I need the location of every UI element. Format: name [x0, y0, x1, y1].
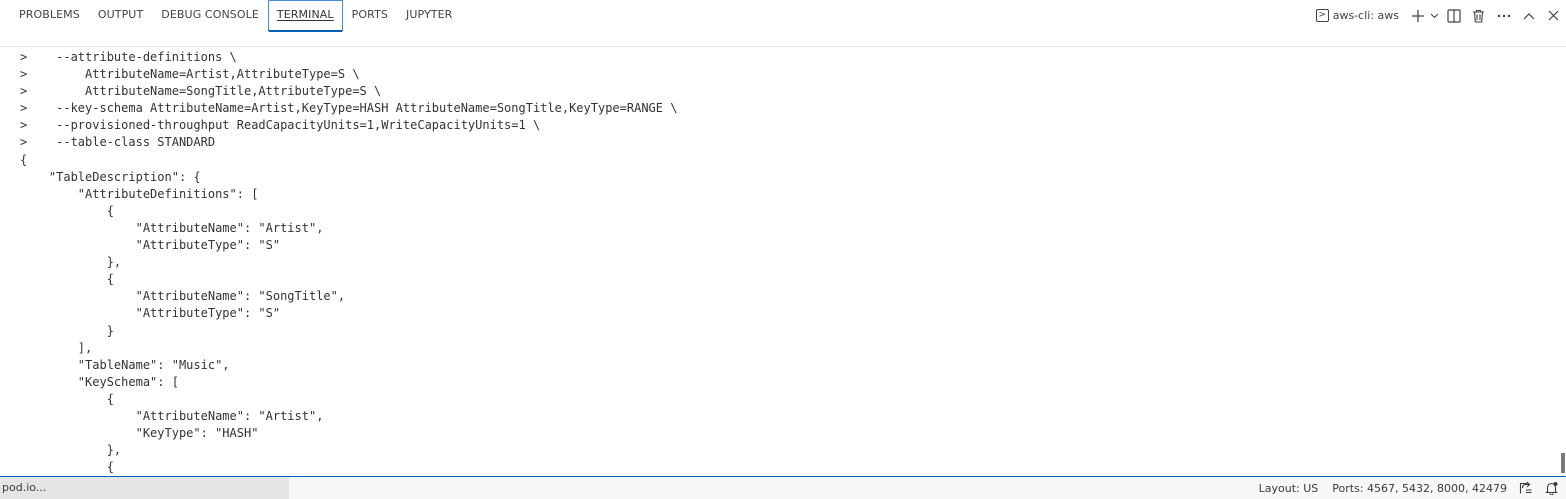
terminal-selector-label: aws-cli: aws — [1332, 9, 1399, 22]
live-share-icon — [1519, 481, 1532, 494]
terminal-line: "KeyType": "HASH" — [20, 426, 259, 441]
terminal-line: "TableDescription": { — [20, 169, 201, 184]
terminal-line: } — [20, 323, 114, 338]
close-panel-button[interactable] — [1541, 5, 1566, 27]
terminal-line: "AttributeName": "Artist", — [20, 220, 324, 235]
new-terminal-button[interactable] — [1409, 5, 1427, 27]
terminal-line: { — [20, 460, 114, 474]
panel-divider — [0, 46, 1566, 47]
terminal-line: > --attribute-definitions \ — [20, 50, 237, 64]
notifications-button[interactable] — [1545, 481, 1558, 495]
panel-tabs: PROBLEMS OUTPUT DEBUG CONSOLE TERMINAL P… — [10, 0, 461, 32]
terminal-icon: > — [1315, 9, 1329, 22]
trash-icon — [1473, 9, 1484, 23]
more-icon — [1497, 14, 1510, 17]
tab-ports[interactable]: PORTS — [343, 0, 397, 31]
tab-debug-console[interactable]: DEBUG CONSOLE — [152, 0, 268, 31]
terminal-line: }, — [20, 255, 122, 270]
terminal-line: { — [20, 391, 114, 406]
terminal-line: { — [20, 203, 114, 218]
maximize-panel-button[interactable] — [1516, 5, 1541, 27]
terminal-line: { — [20, 152, 28, 167]
terminal-line: "AttributeType": "S" — [20, 306, 281, 321]
live-share-button[interactable] — [1519, 481, 1533, 495]
remote-indicator[interactable]: pod.io... — [0, 477, 289, 499]
terminal-line: { — [20, 272, 114, 287]
terminal-line: > --provisioned-throughput ReadCapacityU… — [20, 118, 541, 133]
terminal-line: ], — [20, 340, 93, 355]
terminal-launch-profile-button[interactable] — [1427, 5, 1441, 27]
terminal-line: > --table-class STANDARD — [20, 135, 216, 150]
terminal-output[interactable]: > --attribute-definitions \ > AttributeN… — [20, 49, 1550, 474]
chevron-up-icon — [1523, 12, 1534, 19]
tab-problems[interactable]: PROBLEMS — [10, 0, 89, 31]
plus-icon — [1412, 9, 1424, 22]
terminal-line: > --key-schema AttributeName=Artist,KeyT… — [20, 101, 678, 116]
notifications-icon — [1545, 482, 1558, 495]
chevron-down-icon — [1430, 13, 1438, 19]
terminal-line: }, — [20, 443, 122, 458]
kill-terminal-button[interactable] — [1466, 5, 1491, 27]
panel-header: PROBLEMS OUTPUT DEBUG CONSOLE TERMINAL P… — [0, 0, 1566, 32]
terminal-line: "AttributeName": "Artist", — [20, 408, 324, 423]
terminal-selector[interactable]: > aws-cli: aws — [1315, 9, 1399, 22]
status-bar: pod.io... Layout: US Ports: 4567, 5432, … — [0, 476, 1566, 499]
terminal-scrollbar[interactable] — [1561, 453, 1565, 473]
terminal-line: "AttributeDefinitions": [ — [20, 186, 259, 201]
tab-jupyter[interactable]: JUPYTER — [397, 0, 461, 31]
panel-actions: > aws-cli: aws — [1315, 0, 1566, 31]
split-terminal-button[interactable] — [1441, 5, 1466, 27]
terminal-line: "AttributeType": "S" — [20, 238, 281, 253]
keyboard-layout[interactable]: Layout: US — [1259, 482, 1319, 495]
terminal-line: "AttributeName": "SongTitle", — [20, 289, 346, 304]
status-bar-right: Layout: US Ports: 4567, 5432, 8000, 4247… — [1245, 477, 1558, 499]
close-icon — [1548, 10, 1559, 21]
split-terminal-icon — [1446, 8, 1461, 23]
tab-output[interactable]: OUTPUT — [89, 0, 152, 31]
forwarded-ports[interactable]: Ports: 4567, 5432, 8000, 42479 — [1332, 482, 1507, 495]
terminal-line: "KeySchema": [ — [20, 374, 179, 389]
terminal-line: > AttributeName=Artist,AttributeType=S \ — [20, 67, 360, 82]
more-actions-button[interactable] — [1491, 5, 1516, 27]
tab-terminal[interactable]: TERMINAL — [267, 0, 343, 32]
terminal-line: > AttributeName=SongTitle,AttributeType=… — [20, 84, 382, 99]
terminal-line: "TableName": "Music", — [20, 357, 230, 372]
